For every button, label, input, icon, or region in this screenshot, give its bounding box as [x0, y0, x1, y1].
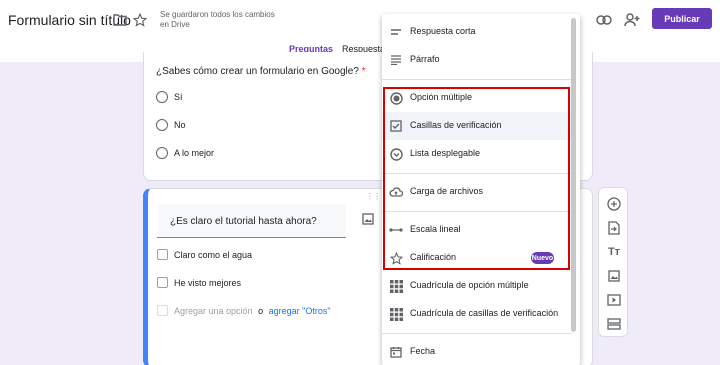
link-icon[interactable] [594, 10, 614, 30]
checkbox[interactable] [157, 249, 168, 260]
menu-divider [382, 333, 572, 334]
save-status: Se guardaron todos los cambios en Drive [160, 10, 275, 29]
question-title: ¿Sabes cómo crear un formulario en Googl… [156, 66, 366, 77]
checkbox [157, 305, 168, 316]
menu-divider [382, 173, 572, 174]
menu-item-label: Calificación [410, 252, 457, 262]
question-title-text: ¿Es claro el tutorial hasta ahora? [170, 216, 317, 227]
option-label: Sí [174, 92, 183, 102]
option-label: No [174, 120, 186, 130]
star-icon [389, 251, 403, 265]
menu-item-label: Cuadrícula de casillas de verificación [410, 308, 559, 318]
menu-item-multiple-choice[interactable]: Opción múltiple [382, 84, 572, 112]
menu-divider [382, 79, 572, 80]
add-video-icon[interactable] [606, 292, 622, 308]
required-mark: * [361, 66, 366, 77]
radio-button[interactable] [156, 147, 168, 159]
radio-button[interactable] [156, 119, 168, 131]
menu-item-rating[interactable]: Calificación Nuevo [382, 244, 572, 272]
image-icon[interactable] [358, 209, 378, 229]
menu-item-dropdown[interactable]: Lista desplegable [382, 140, 572, 168]
add-image-icon[interactable] [606, 268, 622, 284]
menu-item-date[interactable]: Fecha [382, 338, 572, 365]
new-badge: Nuevo [531, 252, 554, 264]
menu-item-short-answer[interactable]: Respuesta corta [382, 18, 572, 46]
radio-icon [389, 91, 403, 105]
menu-item-label: Lista desplegable [410, 148, 481, 158]
menu-item-label: Párrafo [410, 54, 440, 64]
floating-toolbar: Tт [598, 187, 628, 337]
menu-scrollbar[interactable] [571, 18, 576, 332]
grid-icon [389, 307, 403, 321]
menu-item-label: Carga de archivos [410, 186, 484, 196]
question-title-input[interactable]: ¿Es claro el tutorial hasta ahora? [157, 204, 346, 238]
add-question-icon[interactable] [606, 196, 622, 212]
linear-scale-icon [389, 223, 403, 237]
add-section-icon[interactable] [606, 316, 622, 332]
question-title-text: ¿Sabes cómo crear un formulario en Googl… [156, 66, 359, 77]
star-outline-icon[interactable] [130, 10, 150, 30]
menu-item-paragraph[interactable]: Párrafo [382, 46, 572, 74]
add-collaborator-icon[interactable] [622, 10, 642, 30]
menu-item-label: Escala lineal [410, 224, 461, 234]
calendar-icon [389, 345, 403, 359]
menu-item-label: Respuesta corta [410, 26, 476, 36]
paragraph-icon [389, 53, 403, 67]
short-answer-icon [389, 25, 403, 39]
menu-item-label: Casillas de verificación [410, 120, 502, 130]
menu-item-label: Cuadrícula de opción múltiple [410, 280, 529, 290]
menu-item-checkbox-grid[interactable]: Cuadrícula de casillas de verificación [382, 300, 572, 328]
radio-button[interactable] [156, 91, 168, 103]
dropdown-icon [389, 147, 403, 161]
add-option-link[interactable]: Agregar una opción [174, 306, 253, 316]
checkbox[interactable] [157, 277, 168, 288]
menu-item-checkboxes[interactable]: Casillas de verificación [382, 112, 572, 140]
question-type-menu: Respuesta corta Párrafo Opción múltiple … [382, 14, 580, 365]
add-other-link[interactable]: agregar "Otros" [269, 306, 331, 316]
menu-item-multiple-choice-grid[interactable]: Cuadrícula de opción múltiple [382, 272, 572, 300]
menu-item-label: Fecha [410, 346, 436, 356]
menu-item-linear-scale[interactable]: Escala lineal [382, 216, 572, 244]
option-label: He visto mejores [174, 278, 242, 288]
cloud-upload-icon [389, 185, 403, 199]
add-option-row: Agregar una opción o agregar "Otros" [174, 306, 331, 316]
import-questions-icon[interactable] [606, 220, 622, 236]
folder-icon[interactable] [110, 10, 130, 30]
menu-item-label: Opción múltiple [410, 92, 473, 102]
option-label: A lo mejor [174, 148, 215, 158]
publish-button[interactable]: Publicar [652, 8, 712, 29]
option-label: Claro como el agua [174, 250, 253, 260]
add-title-icon[interactable]: Tт [606, 244, 622, 260]
grid-icon [389, 279, 403, 293]
or-text: o [258, 306, 264, 316]
checkbox-icon [389, 119, 403, 133]
menu-item-file-upload[interactable]: Carga de archivos [382, 178, 572, 206]
menu-divider [382, 211, 572, 212]
